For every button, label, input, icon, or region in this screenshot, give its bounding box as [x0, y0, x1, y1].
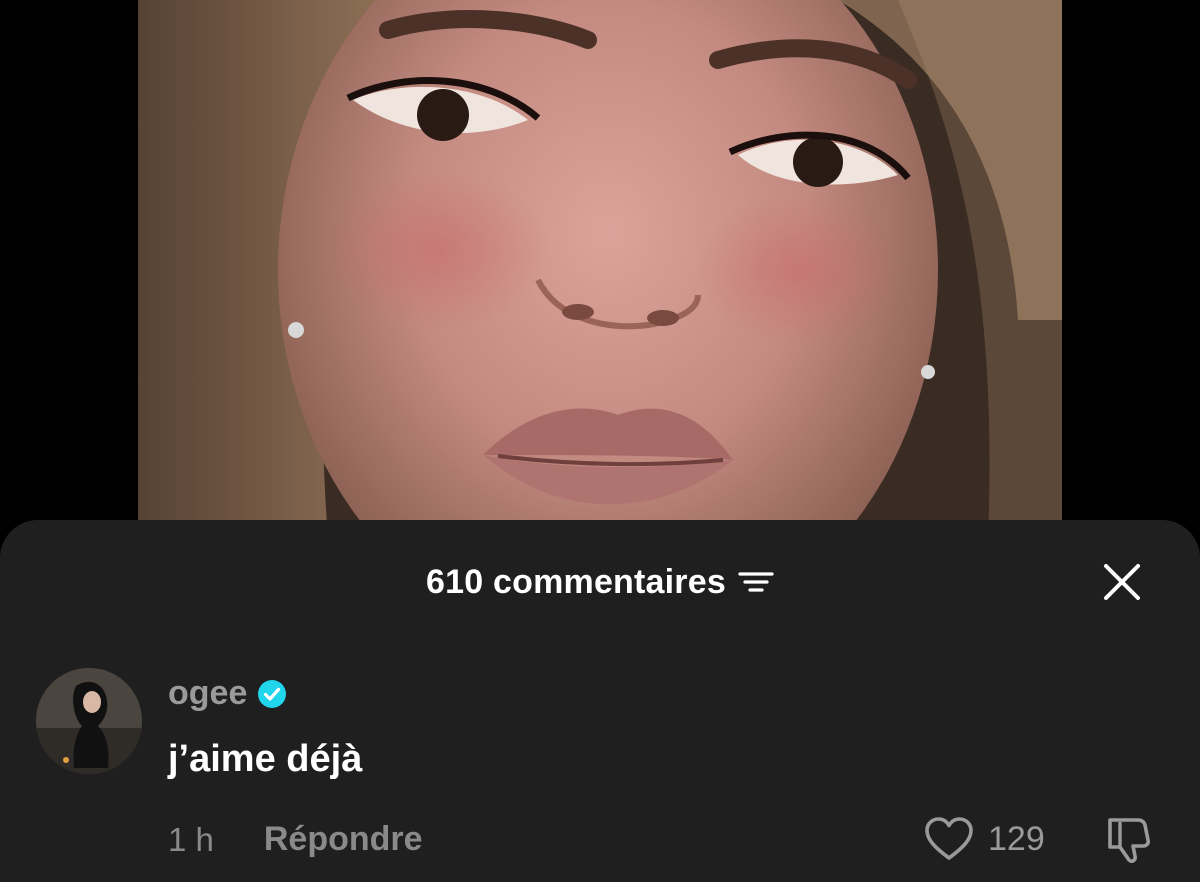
reply-button[interactable]: Répondre [264, 820, 423, 859]
like-count: 129 [988, 819, 1045, 858]
avatar-image [36, 668, 142, 774]
comment-meta: 1 h Répondre [168, 820, 423, 859]
username-row: ogee [168, 674, 287, 713]
video-image [138, 0, 1062, 540]
comment-item: ogee j’aime déjà 1 h Répondre 129 [36, 668, 1176, 868]
comment-timestamp: 1 h [168, 820, 214, 858]
comments-sheet: 610 commentaires ogee j’aime déjà 1 h Ré… [0, 520, 1200, 882]
tiktok-screen: 610 commentaires ogee j’aime déjà 1 h Ré… [0, 0, 1200, 882]
like-button[interactable]: 129 [924, 816, 1045, 862]
sort-lines-icon[interactable] [738, 568, 774, 596]
verified-badge-icon [258, 679, 287, 708]
comment-text: j’aime déjà [168, 738, 363, 780]
comments-count-title: 610 commentaires [426, 562, 726, 601]
heart-icon[interactable] [924, 816, 974, 862]
video-frame[interactable] [138, 0, 1062, 540]
dislike-icon[interactable] [1102, 814, 1154, 866]
close-icon[interactable] [1100, 560, 1144, 604]
avatar[interactable] [36, 668, 142, 774]
comment-username[interactable]: ogee [168, 674, 247, 713]
comments-header: 610 commentaires [0, 560, 1200, 604]
